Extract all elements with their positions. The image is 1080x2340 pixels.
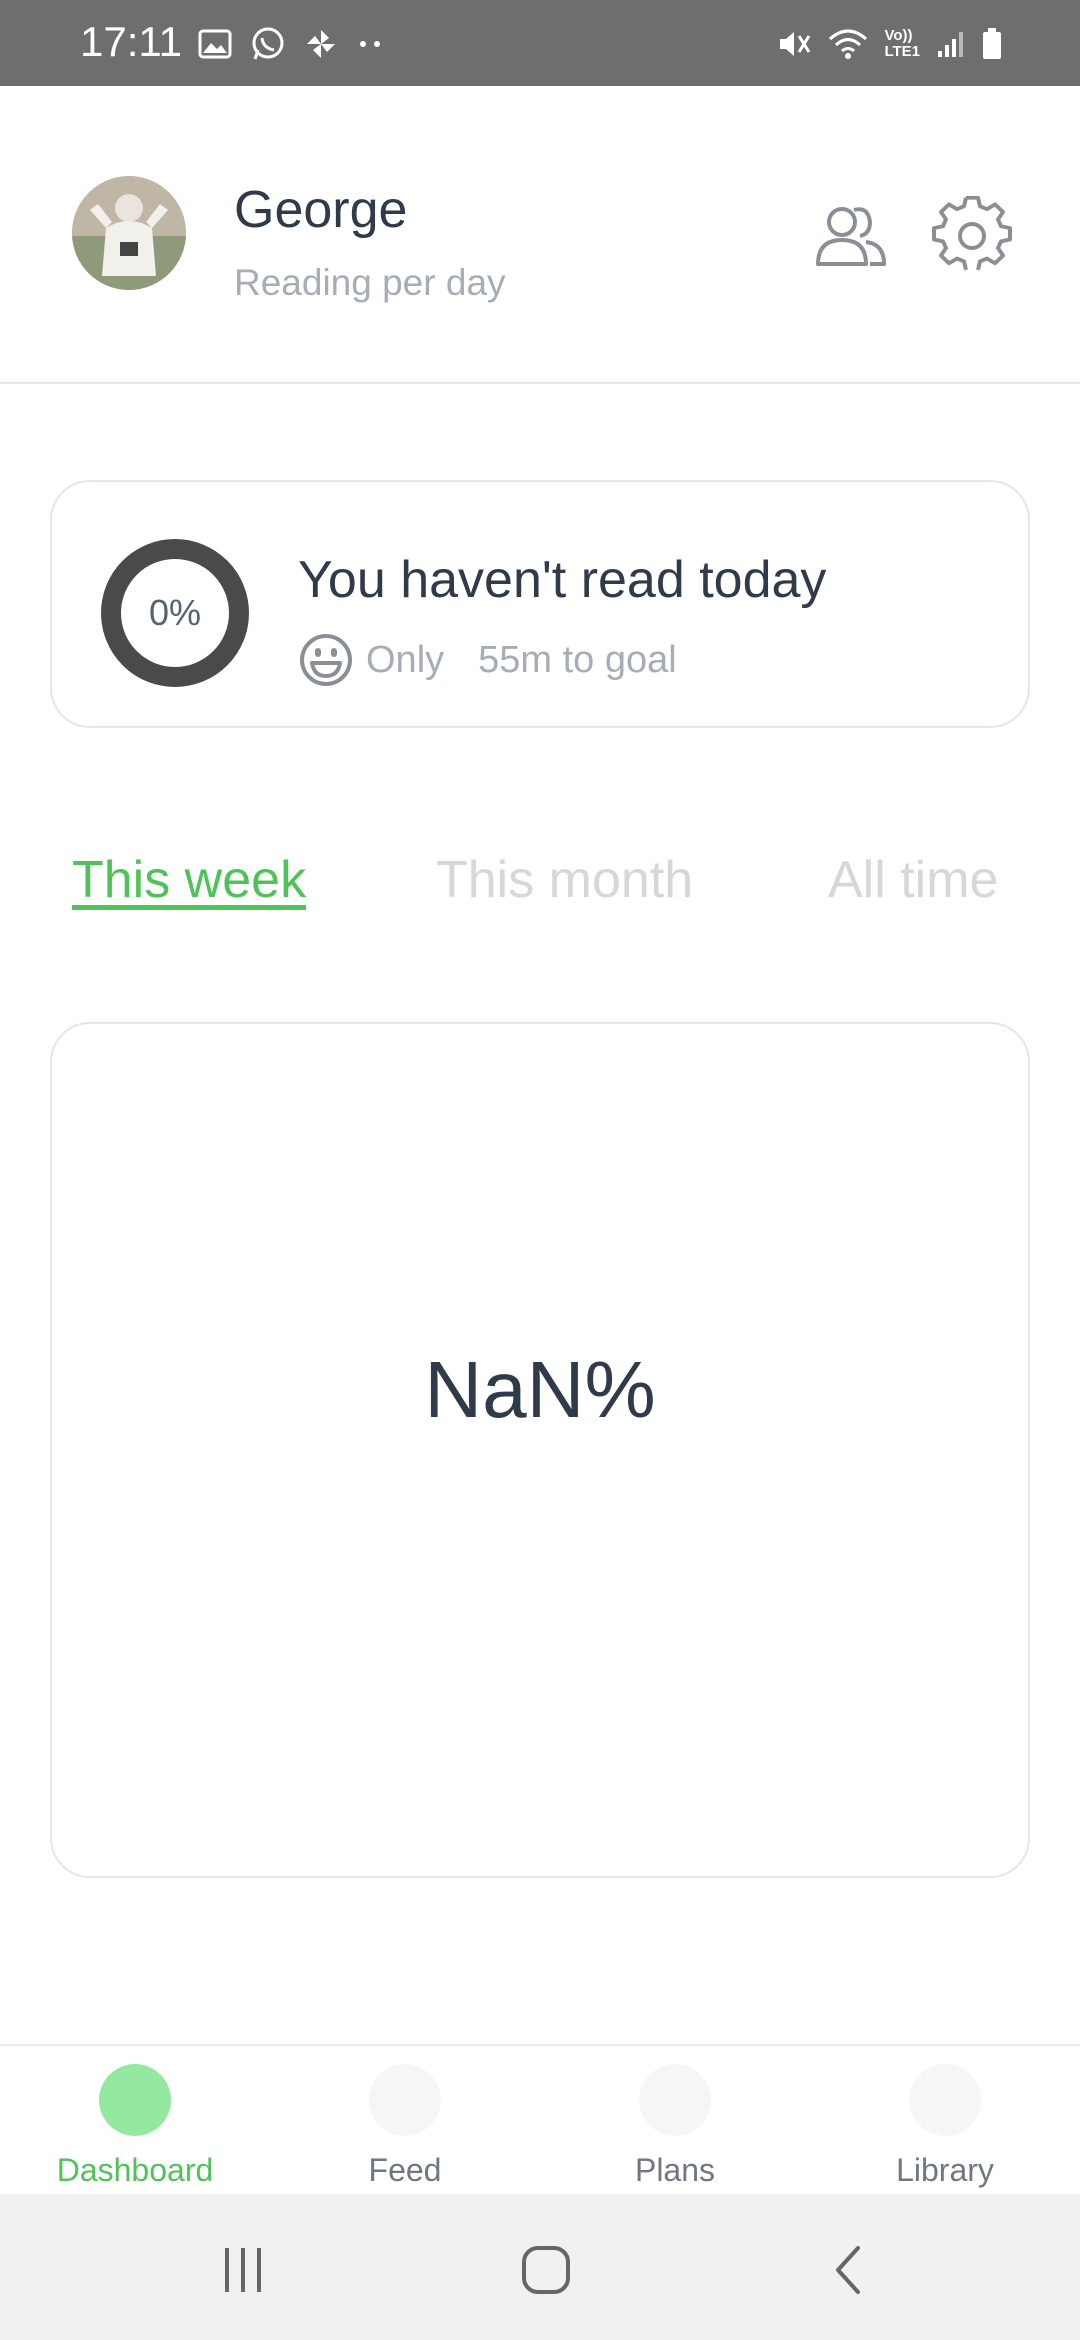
battery-icon [982, 28, 1002, 60]
gear-icon [932, 195, 1012, 271]
tab-this-week[interactable]: This week [72, 850, 306, 910]
friends-button[interactable] [810, 196, 890, 276]
status-right-icons: Vo)) LTE1 [776, 22, 1002, 66]
nav-plans-label: Plans [634, 2152, 716, 2188]
goal-remaining: 55m to goal [478, 638, 677, 681]
nav-dashboard[interactable]: Dashboard [0, 2064, 270, 2189]
recents-button[interactable] [213, 2240, 273, 2300]
user-name: George [234, 181, 408, 239]
stats-card: NaN% [50, 1022, 1030, 1878]
recents-icon [225, 2248, 261, 2292]
home-icon [522, 2246, 570, 2294]
progress-label: 0% [148, 592, 202, 633]
feed-icon [369, 2064, 441, 2136]
status-time: 17:11 [80, 18, 182, 65]
status-left-icons [198, 22, 386, 66]
goal-prefix: Only [366, 638, 445, 681]
system-nav-bar [0, 2194, 1080, 2340]
gallery-icon [198, 29, 232, 59]
smile-icon [300, 634, 352, 686]
nav-feed-label: Feed [368, 2152, 442, 2188]
wifi-icon [828, 27, 868, 61]
library-icon [909, 2064, 981, 2136]
friends-icon [816, 207, 886, 266]
avatar[interactable] [72, 176, 186, 290]
nav-library[interactable]: Library [810, 2064, 1080, 2189]
nav-plans[interactable]: Plans [540, 2064, 810, 2189]
back-button[interactable] [820, 2240, 880, 2300]
stats-value: NaN% [424, 1345, 656, 1434]
volte-icon: Vo)) LTE1 [884, 28, 920, 60]
more-dots-icon [356, 39, 386, 49]
today-card[interactable]: 0% You haven't read today Only 55m to go… [50, 480, 1030, 728]
today-status-title: You haven't read today [298, 551, 827, 609]
mute-icon [776, 27, 812, 61]
volte-top: Vo)) [884, 27, 913, 44]
back-icon [836, 2246, 860, 2294]
pinwheel-icon [304, 27, 338, 61]
nav-dashboard-label: Dashboard [56, 2152, 214, 2188]
signal-icon [936, 29, 966, 59]
tab-this-month[interactable]: This month [436, 850, 693, 910]
tab-all-time[interactable]: All time [828, 850, 998, 910]
settings-button[interactable] [932, 195, 1012, 276]
today-goal-row: Only 55m to goal [298, 632, 677, 688]
status-bar: 17:11 Vo)) LTE1 [0, 0, 1080, 86]
profile-header: George Reading per day [0, 86, 1080, 384]
nav-library-label: Library [896, 2152, 994, 2188]
nav-feed[interactable]: Feed [270, 2064, 540, 2189]
plans-icon [639, 2064, 711, 2136]
bottom-nav: Dashboard Feed Plans Library [0, 2044, 1080, 2196]
user-subtitle: Reading per day [234, 262, 506, 303]
whatsapp-icon [250, 26, 286, 62]
home-button[interactable] [516, 2240, 576, 2300]
dashboard-icon [99, 2064, 171, 2136]
volte-bottom: LTE1 [884, 43, 920, 60]
